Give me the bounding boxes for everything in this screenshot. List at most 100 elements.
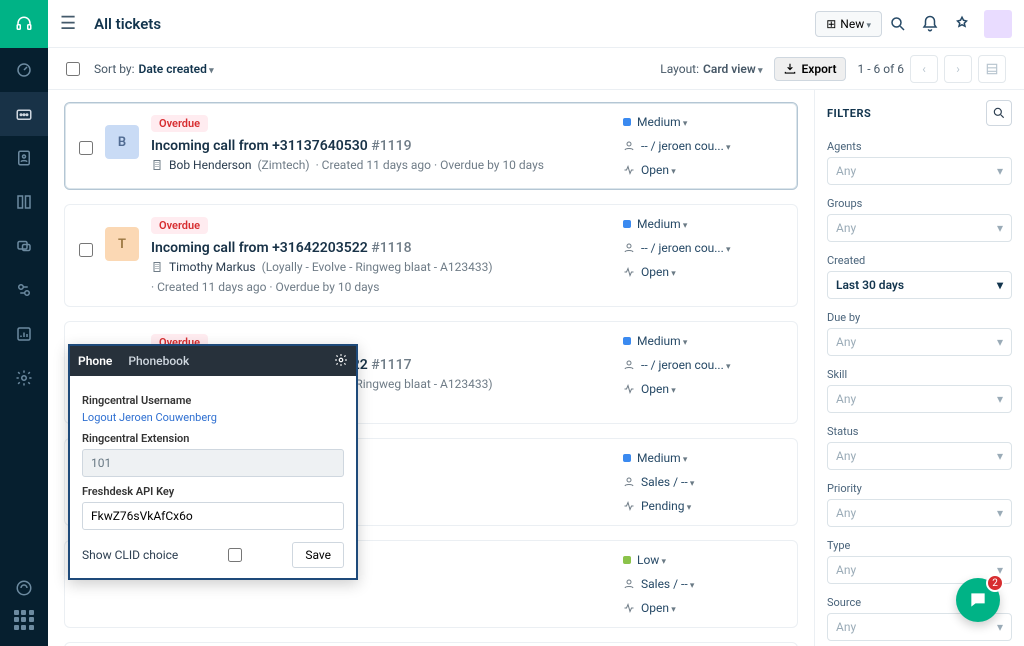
- page-title: All tickets: [94, 15, 161, 33]
- page-prev-button[interactable]: ‹: [910, 55, 938, 83]
- assignee-dropdown[interactable]: Sales / --: [623, 577, 783, 591]
- phone-widget: Phone Phonebook Ringcentral Username Log…: [68, 344, 358, 580]
- status-dropdown[interactable]: Open: [623, 382, 783, 396]
- select-all-checkbox[interactable]: [66, 62, 80, 76]
- fd-apikey-input[interactable]: [82, 502, 344, 530]
- chevron-down-icon: ▾: [997, 392, 1003, 406]
- phone-tab-phonebook[interactable]: Phonebook: [128, 354, 189, 368]
- hamburger-icon[interactable]: ☰: [60, 13, 76, 34]
- table-view-button[interactable]: [978, 55, 1006, 83]
- chevron-down-icon: ▾: [997, 278, 1003, 292]
- chat-fab[interactable]: 2: [956, 578, 1000, 622]
- rc-username-label: Ringcentral Username: [82, 394, 344, 407]
- new-button[interactable]: ⊞ New: [815, 11, 882, 37]
- layout-label: Layout:: [660, 62, 699, 76]
- phone-tab-phone[interactable]: Phone: [78, 354, 112, 368]
- filter-label: Groups: [827, 197, 1012, 210]
- phone-save-button[interactable]: Save: [292, 542, 344, 568]
- ticket-title[interactable]: Incoming call from +31642203522 #1118: [151, 240, 611, 256]
- phone-settings-icon[interactable]: [334, 353, 348, 370]
- user-icon: [623, 476, 635, 488]
- rail-tickets[interactable]: [0, 92, 48, 136]
- assignee-dropdown[interactable]: -- / jeroen cou...: [623, 358, 783, 372]
- filter-label: Agents: [827, 140, 1012, 153]
- rail-admin[interactable]: [0, 356, 48, 400]
- user-avatar[interactable]: [984, 10, 1012, 38]
- ticket-card[interactable]: T Overdue Incoming call from +3164220352…: [64, 204, 798, 307]
- search-icon[interactable]: [882, 8, 914, 40]
- status-icon: [623, 500, 635, 512]
- notifications-icon[interactable]: [914, 8, 946, 40]
- filter-select[interactable]: Any▾: [827, 157, 1012, 185]
- rail-analytics[interactable]: [0, 312, 48, 356]
- filter-label: Status: [827, 425, 1012, 438]
- priority-dropdown[interactable]: Medium: [623, 115, 783, 129]
- priority-dropdown[interactable]: Medium: [623, 451, 783, 465]
- rc-extension-input[interactable]: [82, 449, 344, 477]
- filter-select[interactable]: Any▾: [827, 385, 1012, 413]
- assignee-dropdown[interactable]: Sales / --: [623, 475, 783, 489]
- priority-dropdown[interactable]: Low: [623, 553, 783, 567]
- ticket-checkbox[interactable]: [79, 141, 93, 155]
- status-dropdown[interactable]: Open: [623, 163, 783, 177]
- status-dropdown[interactable]: Pending: [623, 499, 783, 513]
- nav-rail: [0, 0, 48, 646]
- pagination-info: 1 - 6 of 6: [858, 62, 904, 76]
- chevron-down-icon: ▾: [997, 164, 1003, 178]
- list-toolbar: Sort by: Date created Layout: Card view …: [48, 48, 1024, 90]
- fd-apikey-label: Freshdesk API Key: [82, 485, 344, 498]
- status-dropdown[interactable]: Open: [623, 601, 783, 615]
- layout-dropdown[interactable]: Card view: [703, 62, 762, 76]
- rail-contacts[interactable]: [0, 136, 48, 180]
- chevron-down-icon: ▾: [997, 620, 1003, 634]
- rail-automation[interactable]: [0, 268, 48, 312]
- status-icon: [623, 266, 635, 278]
- ticket-card[interactable]: B Overdue Incoming call from +3113764053…: [64, 102, 798, 190]
- requester-avatar: T: [105, 227, 139, 261]
- filters-search-button[interactable]: [986, 100, 1012, 126]
- sort-dropdown[interactable]: Date created: [139, 62, 214, 76]
- brand-logo[interactable]: [0, 0, 48, 48]
- rail-phone-toggle[interactable]: [0, 566, 48, 610]
- chevron-down-icon: ▾: [997, 449, 1003, 463]
- filter-select[interactable]: Any▾: [827, 499, 1012, 527]
- rail-social[interactable]: [0, 224, 48, 268]
- ticket-meta: Timothy Markus (Loyally - Evolve - Ringw…: [151, 260, 611, 294]
- assignee-dropdown[interactable]: -- / jeroen cou...: [623, 241, 783, 255]
- assignee-dropdown[interactable]: -- / jeroen cou...: [623, 139, 783, 153]
- user-icon: [623, 140, 635, 152]
- filter-select[interactable]: Last 30 days▾: [827, 271, 1012, 299]
- filter-select[interactable]: Any▾: [827, 214, 1012, 242]
- rail-solutions[interactable]: [0, 180, 48, 224]
- status-dropdown[interactable]: Open: [623, 265, 783, 279]
- priority-dropdown[interactable]: Medium: [623, 217, 783, 231]
- filter-select[interactable]: Any▾: [827, 442, 1012, 470]
- user-icon: [623, 359, 635, 371]
- priority-dropdown[interactable]: Medium: [623, 334, 783, 348]
- clid-checkbox[interactable]: [228, 548, 242, 562]
- filter-select[interactable]: Any▾: [827, 328, 1012, 356]
- app-launcher-icon[interactable]: [14, 610, 34, 630]
- status-icon: [623, 602, 635, 614]
- chevron-down-icon: ▾: [997, 506, 1003, 520]
- filter-label: Skill: [827, 368, 1012, 381]
- plus-icon: ⊞: [826, 17, 836, 31]
- rail-dashboard[interactable]: [0, 48, 48, 92]
- ticket-checkbox[interactable]: [79, 243, 93, 257]
- overdue-tag: Overdue: [151, 115, 208, 132]
- chevron-down-icon: ▾: [997, 335, 1003, 349]
- requester-avatar: B: [105, 125, 139, 159]
- filter-label: Type: [827, 539, 1012, 552]
- ticket-card[interactable]: Low -- / -- Open: [64, 642, 798, 646]
- page-next-button[interactable]: ›: [944, 55, 972, 83]
- export-button[interactable]: Export: [774, 57, 845, 81]
- rc-logout-link[interactable]: Logout Jeroen Couwenberg: [82, 411, 344, 424]
- status-icon: [623, 383, 635, 395]
- chevron-down-icon: ▾: [997, 221, 1003, 235]
- filter-label: Due by: [827, 311, 1012, 324]
- building-icon: [151, 159, 163, 171]
- filters-heading: FILTERS: [827, 107, 871, 120]
- filters-panel: FILTERS Agents Any▾ Groups Any▾ Created …: [814, 90, 1024, 646]
- freddy-ai-icon[interactable]: [946, 8, 978, 40]
- ticket-title[interactable]: Incoming call from +31137640530 #1119: [151, 138, 611, 154]
